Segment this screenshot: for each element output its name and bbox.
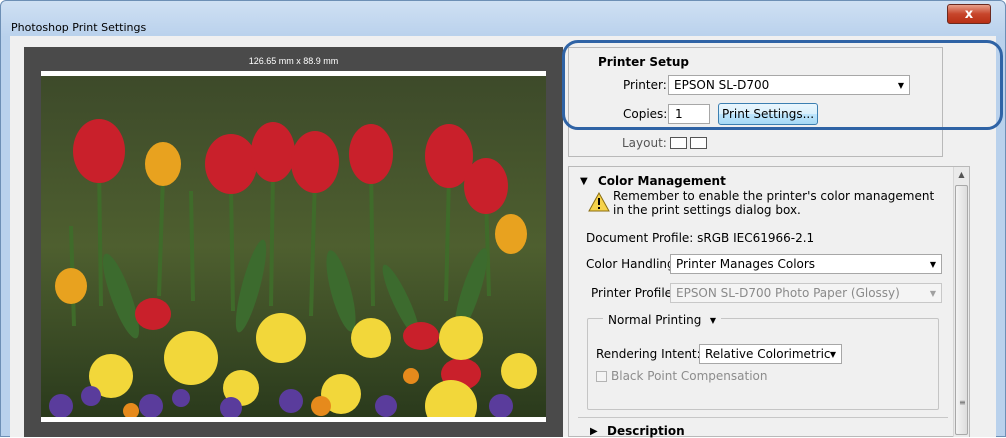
color-handling-label: Color Handling: xyxy=(586,257,679,271)
color-handling-value: Printer Manages Colors xyxy=(676,257,816,271)
copies-label: Copies: xyxy=(623,107,668,121)
layout-orientation-group xyxy=(670,137,710,149)
collapse-arrow-icon[interactable]: ▶ xyxy=(590,426,598,437)
title-bar[interactable]: Photoshop Print Settings x xyxy=(1,1,1005,37)
scroll-up-arrow-icon[interactable]: ▲ xyxy=(954,167,969,183)
rendering-group xyxy=(587,318,939,410)
printer-label: Printer: xyxy=(623,78,667,92)
chevron-down-icon: ▼ xyxy=(929,289,936,298)
printing-mode-select[interactable]: Normal Printing ▼ xyxy=(603,311,721,331)
paper-dimensions: 126.65 mm x 88.9 mm xyxy=(248,56,339,66)
chevron-down-icon: ▼ xyxy=(929,260,936,269)
rendering-intent-value: Relative Colorimetric xyxy=(705,347,831,361)
color-management-notice: Remember to enable the printer's color m… xyxy=(613,189,935,217)
printing-mode-value: Normal Printing xyxy=(608,313,702,327)
portrait-layout-icon[interactable] xyxy=(670,137,687,149)
landscape-layout-icon[interactable] xyxy=(690,137,707,149)
print-settings-button[interactable]: Print Settings... xyxy=(718,103,818,125)
copies-field[interactable]: 1 xyxy=(668,104,710,124)
close-button[interactable]: x xyxy=(947,4,991,24)
print-preview: 126.65 mm x 88.9 mm xyxy=(24,47,563,437)
chevron-down-icon: ▼ xyxy=(897,81,904,90)
printer-select-value: EPSON SL-D700 xyxy=(674,78,770,92)
chevron-down-icon: ▼ xyxy=(709,316,716,325)
rendering-intent-label: Rendering Intent: xyxy=(596,347,701,361)
description-heading[interactable]: Description xyxy=(607,424,685,438)
color-handling-select[interactable]: Printer Manages Colors ▼ xyxy=(670,254,942,274)
color-management-heading[interactable]: Color Management xyxy=(598,174,726,188)
expand-arrow-icon[interactable]: ▼ xyxy=(580,176,588,187)
section-divider xyxy=(578,417,948,418)
paper-edge-bottom xyxy=(41,417,546,422)
black-point-label: Black Point Compensation xyxy=(611,369,768,383)
layout-label: Layout: xyxy=(622,136,667,150)
scroll-thumb[interactable]: ≡ xyxy=(955,185,968,435)
printer-profile-value: EPSON SL-D700 Photo Paper (Glossy) xyxy=(676,286,900,300)
printer-profile-label: Printer Profile: xyxy=(591,286,677,300)
grip-icon: ≡ xyxy=(959,398,966,407)
warning-icon xyxy=(588,191,610,212)
document-profile: Document Profile: sRGB IEC61966-2.1 xyxy=(586,231,815,245)
black-point-checkbox xyxy=(596,371,607,382)
printer-select[interactable]: EPSON SL-D700 ▼ xyxy=(668,75,910,95)
rendering-intent-select[interactable]: Relative Colorimetric ▼ xyxy=(699,344,842,364)
printer-profile-select: EPSON SL-D700 Photo Paper (Glossy) ▼ xyxy=(670,283,942,303)
window-title: Photoshop Print Settings xyxy=(11,21,147,34)
settings-scrollbar[interactable]: ▲ ≡ xyxy=(953,167,969,437)
printer-setup-heading: Printer Setup xyxy=(598,55,689,69)
chevron-down-icon: ▼ xyxy=(829,350,836,359)
preview-image-tulips xyxy=(41,76,546,417)
